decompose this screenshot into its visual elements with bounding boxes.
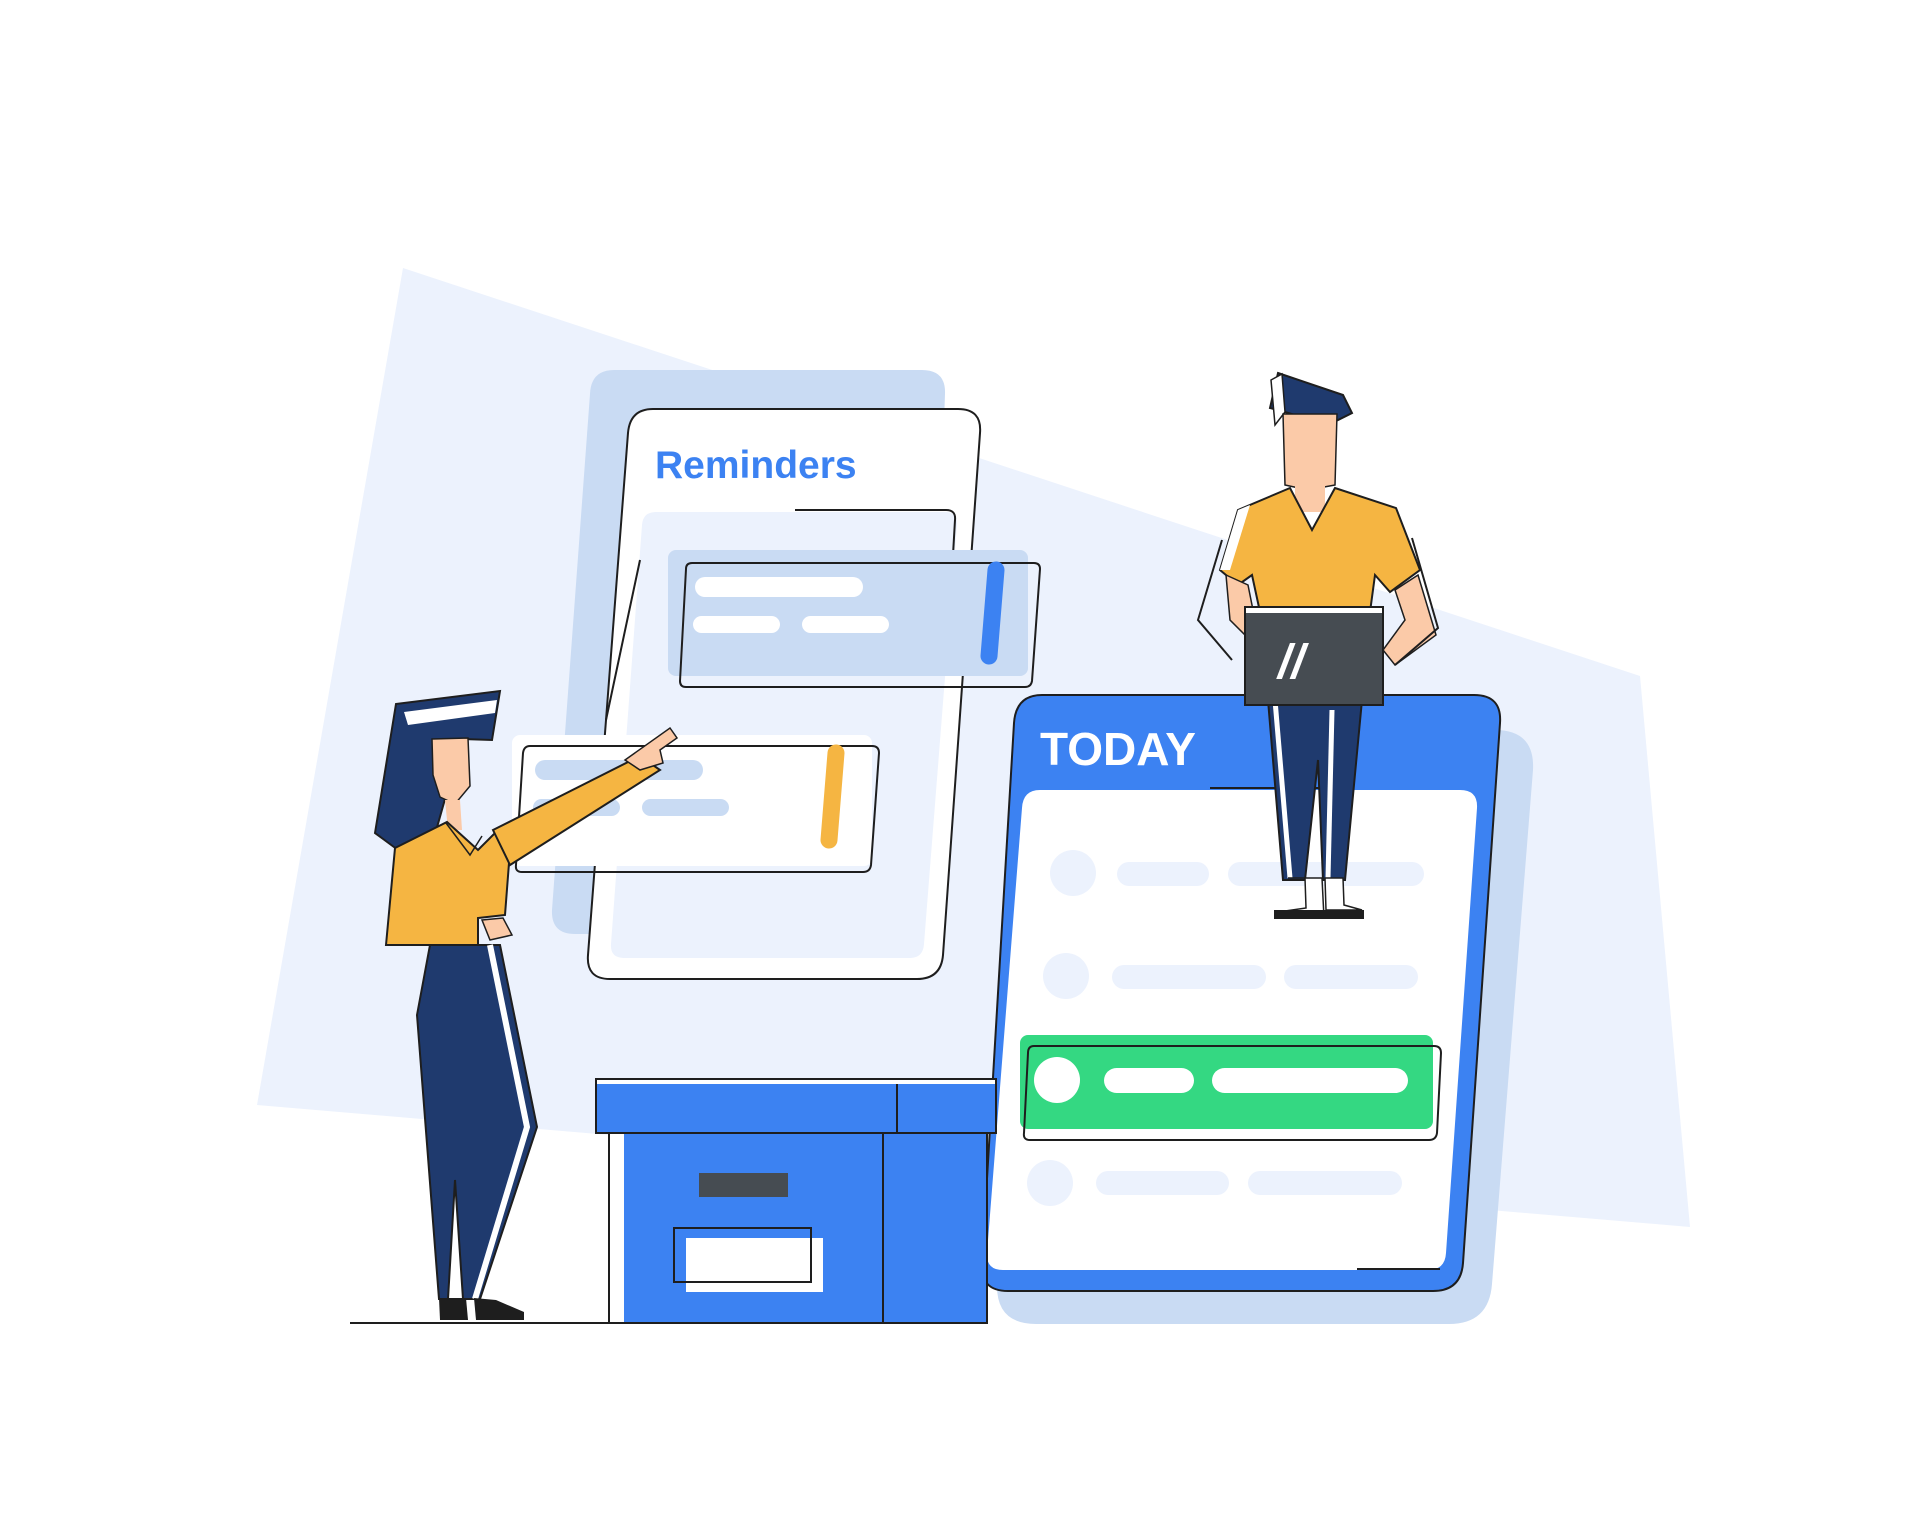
laptop-lid-highlight [1246, 608, 1382, 613]
reminder-item-blue-line-1 [695, 577, 863, 597]
woman-shoe-left [439, 1298, 468, 1320]
storage-box-label [686, 1238, 823, 1292]
reminders-illustration: Reminders TODAY // [257, 268, 1690, 1324]
today-row-2-line-1 [1112, 965, 1266, 989]
reminder-item-blue-tag [980, 561, 1005, 665]
laptop-logo: // [1276, 636, 1309, 689]
laptop-lid [1244, 606, 1384, 706]
man-shoe-soles [1274, 910, 1364, 919]
woman-shoe-right [474, 1298, 524, 1320]
today-title: TODAY [1040, 723, 1196, 775]
storage-box-lid [595, 1078, 997, 1134]
reminder-item-yellow-tag [820, 744, 845, 849]
reminder-item-blue[interactable] [668, 550, 1042, 688]
reminders-title: Reminders [655, 444, 857, 487]
reminder-item-blue-line-3 [802, 616, 889, 633]
today-row-1-line-1 [1117, 862, 1209, 886]
storage-box-lid-highlight [597, 1080, 995, 1084]
today-row-4-line-2 [1248, 1171, 1402, 1195]
today-card: TODAY [980, 694, 1534, 1324]
reminder-item-yellow-line-3 [642, 799, 729, 816]
laptop[interactable]: // [1244, 606, 1384, 706]
storage-box [595, 1078, 997, 1324]
today-row-2-line-2 [1284, 965, 1418, 989]
today-row-2-dot [1043, 953, 1089, 999]
man-head [1282, 413, 1338, 491]
today-row-active-line-2 [1212, 1068, 1408, 1093]
reminder-item-blue-fill [668, 550, 1028, 676]
today-row-active[interactable] [1020, 1035, 1443, 1141]
today-row-4-dot [1027, 1160, 1073, 1206]
storage-box-handle [699, 1173, 788, 1197]
today-row-active-line-1 [1104, 1068, 1194, 1093]
today-row-1-dot [1050, 850, 1096, 896]
storage-box-highlight [610, 1134, 624, 1322]
today-row-4-line-1 [1096, 1171, 1229, 1195]
reminder-item-blue-line-2 [693, 616, 780, 633]
today-row-active-dot [1034, 1057, 1080, 1103]
